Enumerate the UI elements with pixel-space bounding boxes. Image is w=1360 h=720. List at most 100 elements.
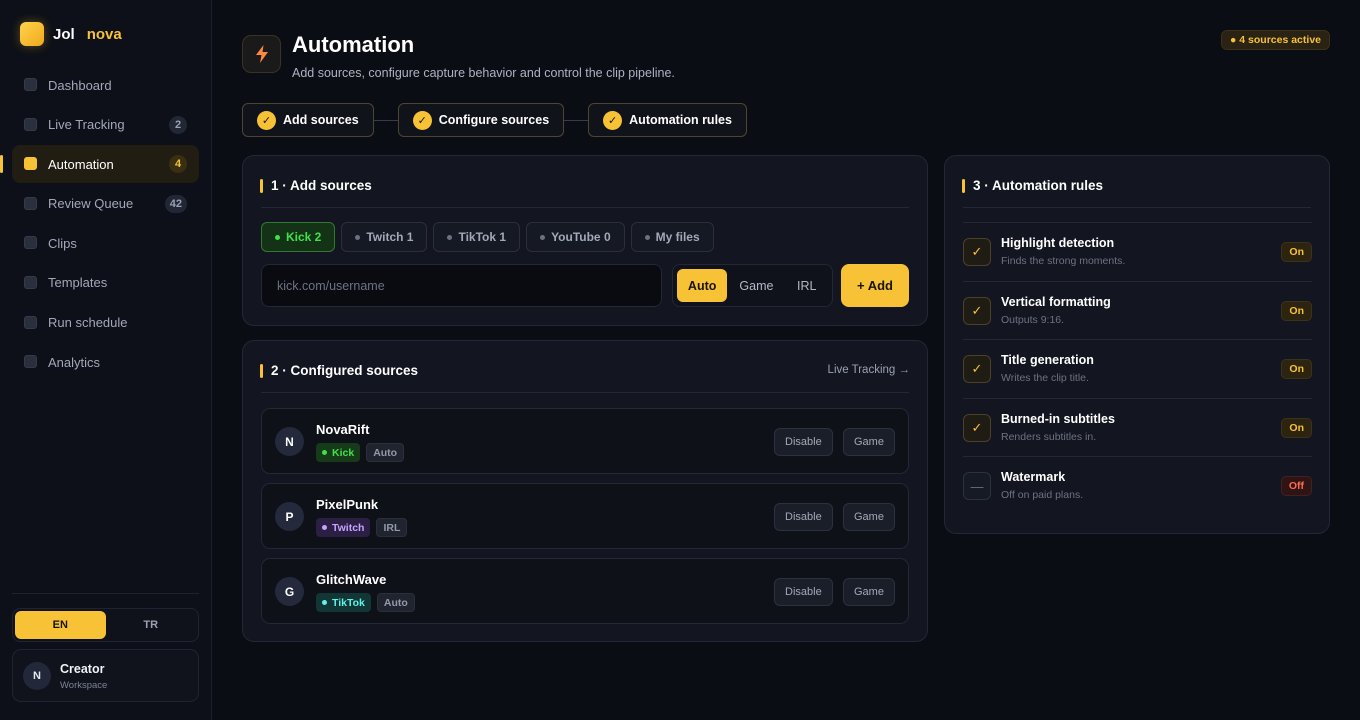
rule-description: Renders subtitles in. [1001,431,1097,443]
status-dot-icon [355,234,361,240]
check-icon[interactable]: ✓ [963,414,991,442]
tab-label: Kick 2 [286,230,322,244]
sidebar-item-live-tracking[interactable]: Live Tracking 2 [12,106,199,144]
run-schedule-icon [24,315,37,329]
source-name: NovaRift [316,422,370,437]
sidebar-divider [12,593,199,594]
rule-toggle[interactable]: On [1281,418,1312,438]
step-add-sources[interactable]: ✓ Add sources [242,103,374,137]
dash-icon[interactable]: — [963,472,991,500]
disable-button[interactable]: Disable [774,428,833,456]
configured-sources-card: 2 · Configured sources Live Tracking → N… [242,340,928,642]
platform-label: Twitch [332,521,365,534]
automation-icon [24,157,37,171]
rule-description: Outputs 9:16. [1001,314,1065,326]
mode-game-button[interactable]: Game [727,269,785,302]
mode-auto-button[interactable]: Auto [677,269,728,302]
sidebar-item-label: Run schedule [48,315,128,331]
sidebar-item-templates[interactable]: Templates [12,264,199,302]
disable-button[interactable]: Disable [774,578,833,606]
automation-rules-card: 3 · Automation rules ✓ Highlight detecti… [944,155,1330,534]
check-icon[interactable]: ✓ [963,238,991,266]
sidebar-item-clips[interactable]: Clips [12,224,199,262]
source-url-input[interactable] [261,264,662,307]
step-configure-sources[interactable]: ✓ Configure sources [397,103,565,137]
tab-label: YouTube 0 [551,230,611,244]
brand[interactable]: Jol nova [20,22,122,46]
clips-icon [24,236,37,250]
divider [261,207,909,208]
source-tags: Twitch IRL [316,518,413,537]
tab-tiktok[interactable]: TikTok 1 [433,222,521,252]
avatar: N [275,427,304,456]
page-title: Automation [292,32,415,57]
sidebar-item-run-schedule[interactable]: Run schedule [12,304,199,342]
language-tr-button[interactable]: TR [106,611,197,639]
rule-title-generation: ✓ Title generation Writes the clip title… [963,339,1312,397]
language-en-button[interactable]: EN [15,611,106,639]
step-label: Configure sources [438,113,550,127]
brand-accent: nova [86,25,122,43]
tab-label: Twitch 1 [366,230,414,244]
sidebar-item-automation[interactable]: Automation 4 [0,145,199,184]
mode-button[interactable]: Game [843,428,895,456]
rule-toggle[interactable]: On [1281,301,1312,321]
profile-card[interactable]: N Creator Workspace [12,649,199,702]
rule-toggle[interactable]: On [1281,359,1312,379]
rule-description: Off on paid plans. [1001,489,1084,501]
rule-description: Finds the strong moments. [1001,255,1126,267]
rule-title: Highlight detection [1001,236,1115,250]
rule-toggle[interactable]: Off [1280,476,1312,496]
platform-tag: Twitch [316,518,371,537]
live-tracking-link[interactable]: Live Tracking → [828,364,910,376]
status-dot-icon [447,234,453,240]
check-icon[interactable]: ✓ [963,355,991,383]
language-toggle: EN TR [12,608,199,642]
source-tags: Kick Auto [316,443,410,462]
sidebar-item-label: Dashboard [48,77,112,93]
add-sources-card: 1 · Add sources Kick 2 Twitch 1 TikTok 1… [242,155,928,326]
mode-button[interactable]: Game [843,503,895,531]
tab-kick[interactable]: Kick 2 [261,222,336,252]
mode-button[interactable]: Game [843,578,895,606]
sidebar-item-review-queue[interactable]: Review Queue 42 [12,185,199,223]
status-dot-icon [644,234,650,240]
status-badge: ● 4 sources active [1221,30,1330,50]
step-label: Add sources [283,113,359,127]
step-label: Automation rules [629,113,732,127]
step-connector [564,119,589,121]
dashboard-icon [24,78,37,91]
divider [963,207,1311,208]
brand-name: Jol [53,25,75,43]
mode-tag: IRL [376,518,408,537]
sidebar: Jol nova Dashboard Live Tracking 2 Autom… [0,0,212,720]
check-icon: ✓ [603,110,623,130]
disable-button[interactable]: Disable [774,503,833,531]
profile-name: Creator [60,662,105,676]
sidebar-item-dashboard[interactable]: Dashboard [12,66,199,104]
platform-tag: Kick [316,443,361,462]
sidebar-item-label: Automation [48,156,114,172]
platform-tag: TikTok [316,593,371,612]
platform-dot-icon [322,600,327,605]
count-badge: 42 [164,194,187,213]
add-source-button[interactable]: + Add [841,264,909,307]
sidebar-item-analytics[interactable]: Analytics [12,343,199,381]
check-icon[interactable]: ✓ [963,297,991,325]
sidebar-item-label: Templates [48,275,108,291]
tab-twitch[interactable]: Twitch 1 [341,222,428,252]
tab-label: TikTok 1 [458,230,507,244]
tab-my-files[interactable]: My files [630,222,714,252]
rule-toggle[interactable]: On [1281,242,1312,262]
profile-subtitle: Workspace [60,680,108,691]
capture-mode-selector: Auto Game IRL [672,264,833,307]
step-automation-rules[interactable]: ✓ Automation rules [588,103,747,137]
source-name: PixelPunk [316,497,379,512]
review-queue-icon [24,196,37,210]
mode-irl-button[interactable]: IRL [786,269,828,302]
divider [261,392,909,393]
check-icon: ✓ [257,110,276,130]
avatar: G [275,577,304,606]
tab-youtube[interactable]: YouTube 0 [526,222,625,252]
rule-title: Title generation [1001,353,1094,367]
